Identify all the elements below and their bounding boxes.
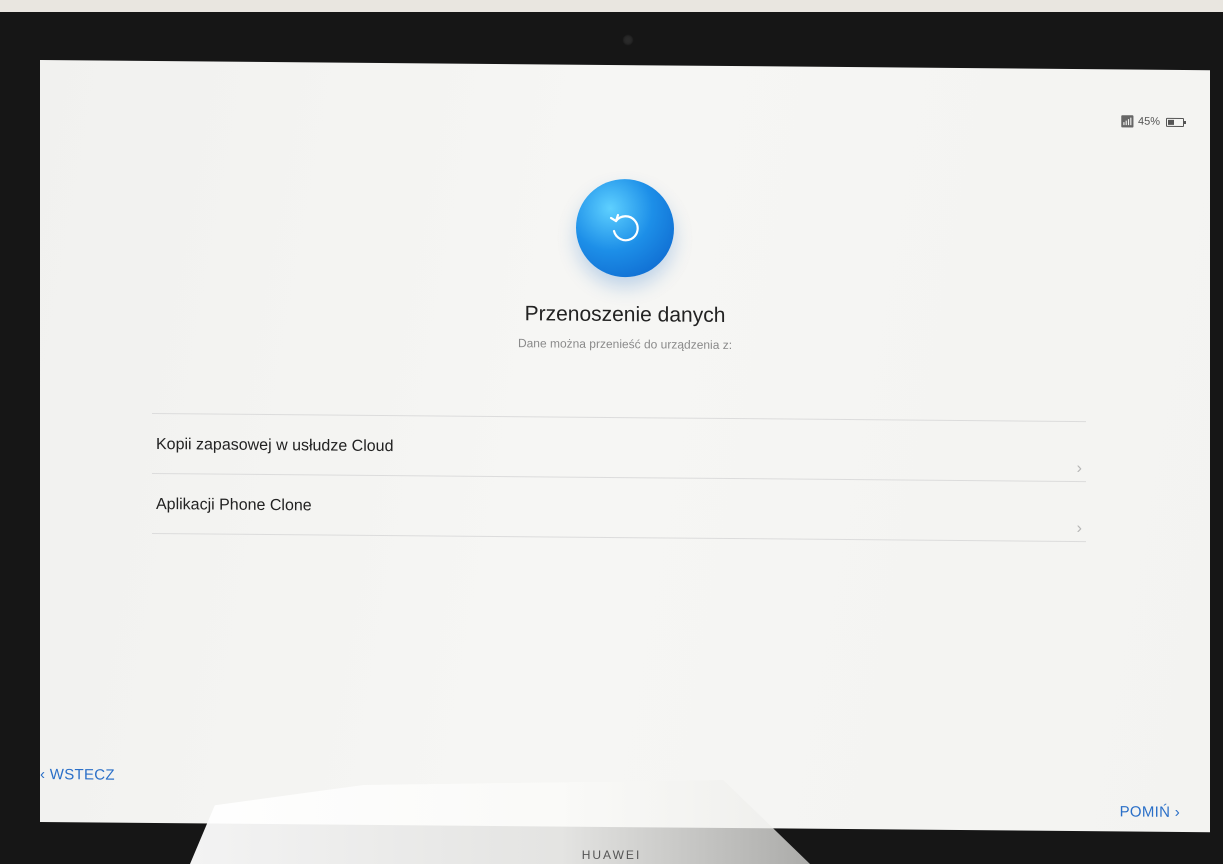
battery-icon: [1166, 117, 1184, 127]
chevron-right-icon: ›: [1174, 803, 1180, 821]
tablet-device: 📶︎ 45% Przenoszenie danych Dane można pr…: [0, 0, 1223, 864]
device-brand: HUAWEI: [581, 848, 642, 862]
setup-screen: 📶︎ 45% Przenoszenie danych Dane można pr…: [40, 60, 1210, 833]
page-subtitle: Dane można przenieść do urządzenia z:: [517, 336, 733, 353]
status-bar: 📶︎ 45%: [1120, 114, 1184, 129]
skip-label: POMIŃ: [1119, 803, 1171, 821]
wifi-icon: 📶︎: [1119, 114, 1135, 129]
background-strip: [0, 0, 1223, 12]
chevron-left-icon: ‹: [40, 766, 46, 784]
chevron-right-icon: ›: [1076, 520, 1082, 538]
skip-button[interactable]: POMIŃ ›: [1120, 803, 1180, 821]
restore-icon: [576, 178, 674, 278]
option-label: Kopii zapasowej w usłudze Cloud: [156, 436, 394, 456]
front-camera: [622, 34, 634, 46]
page-title: Przenoszenie danych: [524, 302, 726, 327]
option-cloud-backup[interactable]: Kopii zapasowej w usłudze Cloud ›: [152, 414, 1086, 481]
back-button[interactable]: ‹ WSTECZ: [40, 766, 115, 784]
source-options-list: Kopii zapasowej w usłudze Cloud › Aplika…: [152, 412, 1086, 543]
chevron-right-icon: ›: [1076, 460, 1082, 478]
back-label: WSTECZ: [49, 766, 115, 784]
battery-percent: 45%: [1137, 115, 1160, 128]
option-phone-clone[interactable]: Aplikacji Phone Clone ›: [152, 474, 1086, 541]
option-label: Aplikacji Phone Clone: [156, 496, 312, 515]
